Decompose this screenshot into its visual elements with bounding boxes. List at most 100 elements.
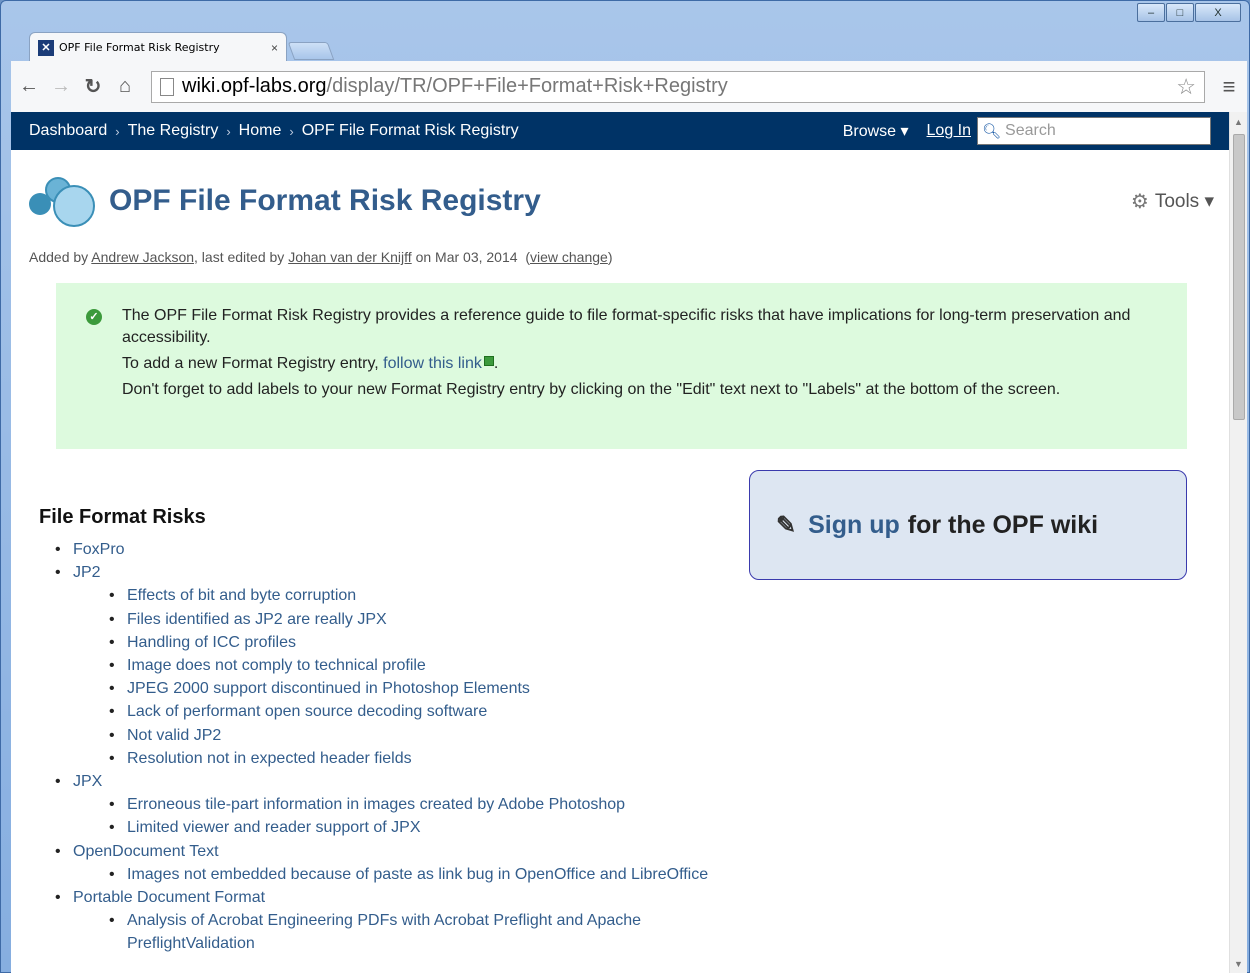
tab-close-icon[interactable]: × xyxy=(271,41,278,55)
edit-date: on Mar 03, 2014 xyxy=(415,249,518,265)
risk-link[interactable]: Effects of bit and byte corruption xyxy=(127,587,356,604)
risk-sublist: Analysis of Acrobat Engineering PDFs wit… xyxy=(109,909,733,955)
risk-item: Effects of bit and byte corruption xyxy=(109,584,733,607)
site-header: Dashboard › The Registry › Home › OPF Fi… xyxy=(11,112,1229,150)
risk-item: Lack of performant open source decoding … xyxy=(109,700,733,723)
format-item: FoxPro xyxy=(55,538,733,561)
menu-icon[interactable]: ≡ xyxy=(1217,74,1241,100)
format-item: JPX Erroneous tile-part information in im… xyxy=(55,770,733,840)
space-logo-icon xyxy=(29,175,99,227)
forward-arrow-icon[interactable]: → xyxy=(49,75,73,99)
login-link[interactable]: Log In xyxy=(927,122,971,140)
risk-item: Resolution not in expected header fields xyxy=(109,747,733,770)
url-host: wiki.opf-labs.org xyxy=(182,75,327,97)
search-input[interactable] xyxy=(1005,122,1206,140)
format-link[interactable]: JPX xyxy=(73,773,102,790)
risk-link[interactable]: Analysis of Acrobat Engineering PDFs wit… xyxy=(127,912,641,952)
follow-link[interactable]: follow this link xyxy=(383,355,482,372)
address-bar[interactable]: wiki.opf-labs.org/display/TR/OPF+File+Fo… xyxy=(151,70,1205,103)
info-panel: ✓ The OPF File Format Risk Registry prov… xyxy=(56,283,1187,449)
vertical-scrollbar[interactable]: ▲ ▼ xyxy=(1229,112,1247,973)
page-title: OPF File Format Risk Registry xyxy=(109,184,541,217)
new-tab-button[interactable] xyxy=(287,42,335,60)
format-list: FoxPro JP2 Effects of bit and byte corrupt… xyxy=(55,538,733,956)
maximize-button[interactable]: □ xyxy=(1166,3,1194,22)
format-link[interactable]: OpenDocument Text xyxy=(73,843,219,860)
risk-sublist: Images not embedded because of paste as … xyxy=(109,863,733,886)
risk-link[interactable]: Images not embedded because of paste as … xyxy=(127,866,708,883)
info-description: The OPF File Format Risk Registry provid… xyxy=(122,307,1131,346)
reload-icon[interactable]: ↻ xyxy=(81,75,105,99)
added-by-prefix: Added by xyxy=(29,249,89,265)
browser-window: – □ X ✕ OPF File Format Risk Registry × … xyxy=(0,0,1250,973)
tools-label: Tools ▾ xyxy=(1154,190,1214,212)
edit-note-icon: ✎ xyxy=(776,511,797,539)
tools-menu[interactable]: ⚙ Tools ▾ xyxy=(1131,189,1214,214)
risk-link[interactable]: Not valid JP2 xyxy=(127,727,221,744)
risk-item: Images not embedded because of paste as … xyxy=(109,863,733,886)
tab-title: OPF File Format Risk Registry xyxy=(59,41,220,54)
window-controls: – □ X xyxy=(1136,3,1241,22)
breadcrumb-current-page[interactable]: OPF File Format Risk Registry xyxy=(302,122,519,140)
format-link[interactable]: Portable Document Format xyxy=(73,889,265,906)
url-path: /display/TR/OPF+File+Format+Risk+Registr… xyxy=(326,75,728,97)
risk-link[interactable]: JPEG 2000 support discontinued in Photos… xyxy=(127,680,530,697)
check-icon: ✓ xyxy=(86,309,102,325)
risk-item: Image does not comply to technical profi… xyxy=(109,654,733,677)
editor-link[interactable]: Johan van der Knijff xyxy=(288,249,412,265)
risk-link[interactable]: Limited viewer and reader support of JPX xyxy=(127,819,420,836)
info-add-entry-text: To add a new Format Registry entry, xyxy=(122,355,379,372)
scroll-up-icon[interactable]: ▲ xyxy=(1230,114,1247,130)
page-metadata: Added by Andrew Jackson, last edited by … xyxy=(29,249,613,265)
page-icon xyxy=(160,77,174,96)
breadcrumb-separator: › xyxy=(226,123,231,139)
search-box[interactable]: 🔍︎ xyxy=(977,117,1211,145)
browse-menu[interactable]: Browse ▾ xyxy=(843,121,909,141)
minimize-button[interactable]: – xyxy=(1137,3,1165,22)
format-link[interactable]: FoxPro xyxy=(73,541,125,558)
risk-item: Handling of ICC profiles xyxy=(109,631,733,654)
risk-link[interactable]: Resolution not in expected header fields xyxy=(127,750,412,767)
format-item: OpenDocument Text Images not embedded bec… xyxy=(55,840,733,887)
bookmark-star-icon[interactable]: ☆ xyxy=(1176,74,1196,100)
risk-item: Not valid JP2 xyxy=(109,724,733,747)
risk-link[interactable]: Image does not comply to technical profi… xyxy=(127,657,426,674)
risk-link[interactable]: Erroneous tile-part information in image… xyxy=(127,796,625,813)
breadcrumb-separator: › xyxy=(115,123,120,139)
breadcrumb-separator: › xyxy=(289,123,294,139)
breadcrumb-home[interactable]: Home xyxy=(239,122,282,140)
signup-box: ✎ Sign up for the OPF wiki xyxy=(749,470,1187,580)
author-link[interactable]: Andrew Jackson xyxy=(91,249,194,265)
breadcrumb: Dashboard › The Registry › Home › OPF Fi… xyxy=(29,122,519,140)
info-text: The OPF File Format Risk Registry provid… xyxy=(122,305,1157,401)
info-labels-note: Don't forget to add labels to your new F… xyxy=(122,381,1061,398)
risk-list: FoxPro JP2 Effects of bit and byte corrupt… xyxy=(55,538,733,956)
format-link[interactable]: JP2 xyxy=(73,564,101,581)
page-viewport: Dashboard › The Registry › Home › OPF Fi… xyxy=(11,112,1247,973)
risk-link[interactable]: Lack of performant open source decoding … xyxy=(127,703,487,720)
signup-link[interactable]: Sign up xyxy=(808,511,900,540)
home-icon[interactable]: ⌂ xyxy=(113,75,137,99)
breadcrumb-dashboard[interactable]: Dashboard xyxy=(29,122,107,140)
signup-text: for the OPF wiki xyxy=(907,510,1099,539)
format-item: Portable Document Format Analysis of Acro… xyxy=(55,886,733,956)
format-item: JP2 Effects of bit and byte corruption Fil… xyxy=(55,561,733,770)
opf-favicon-icon: ✕ xyxy=(38,39,54,56)
risks-heading: File Format Risks xyxy=(39,506,206,528)
breadcrumb-the-registry[interactable]: The Registry xyxy=(128,122,219,140)
risk-link[interactable]: Handling of ICC profiles xyxy=(127,634,296,651)
browser-tab[interactable]: ✕ OPF File Format Risk Registry × xyxy=(29,32,287,62)
scroll-thumb[interactable] xyxy=(1233,134,1245,420)
scroll-down-icon[interactable]: ▼ xyxy=(1230,956,1247,972)
search-icon: 🔍︎ xyxy=(982,123,1002,140)
external-link-icon xyxy=(483,356,494,366)
edited-prefix: , last edited by xyxy=(194,249,285,265)
gear-icon: ⚙ xyxy=(1130,190,1149,213)
browser-toolbar: ← → ↻ ⌂ wiki.opf-labs.org/display/TR/OPF… xyxy=(11,61,1247,112)
close-window-button[interactable]: X xyxy=(1195,3,1241,22)
risk-item: Erroneous tile-part information in image… xyxy=(109,793,733,816)
page-title-row: OPF File Format Risk Registry ⚙ Tools ▾ xyxy=(29,173,1214,229)
view-change-link[interactable]: view change xyxy=(530,249,608,265)
back-arrow-icon[interactable]: ← xyxy=(17,75,41,99)
risk-link[interactable]: Files identified as JP2 are really JPX xyxy=(127,611,387,628)
